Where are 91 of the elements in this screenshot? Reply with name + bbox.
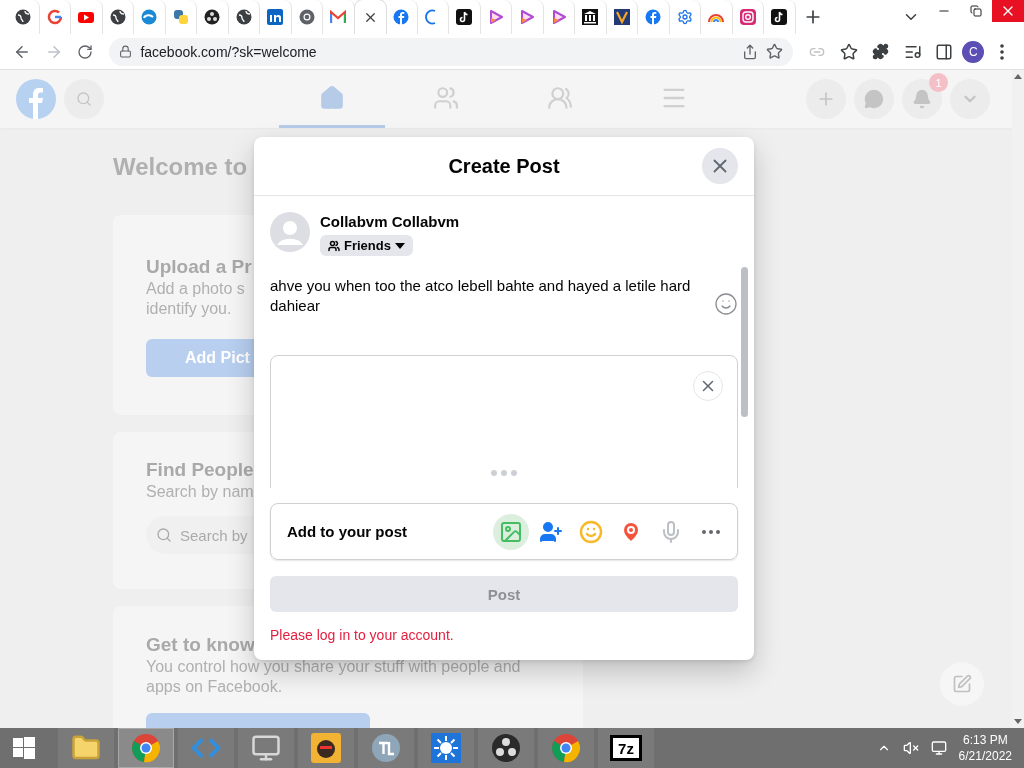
- python-logo-icon: [172, 9, 189, 25]
- post-text[interactable]: ahve you when too the atco lebell bahte and hayed a letile hard dahiear: [270, 276, 706, 316]
- note-logo-icon: [771, 9, 788, 25]
- groups-icon: [547, 84, 573, 111]
- game-icon: [311, 733, 341, 763]
- linkedin-logo-icon: [267, 9, 284, 25]
- side-panel-icon: [935, 42, 954, 61]
- taskbar-app-button[interactable]: 7z: [598, 728, 654, 768]
- obs-logo-icon: [204, 9, 221, 25]
- share-icon[interactable]: [742, 43, 759, 60]
- chrome-logo-icon: [551, 733, 581, 763]
- reload-icon: [77, 43, 94, 60]
- card-description: Add a photo s: [146, 279, 245, 299]
- globe-icon: [15, 9, 32, 25]
- user-name: Collabvm Collabvm: [320, 212, 460, 232]
- audience-button[interactable]: Friends: [320, 235, 413, 256]
- pen-square-icon: [952, 674, 972, 694]
- columns-logo-icon: [582, 9, 599, 25]
- chat-bubble-icon: [864, 89, 884, 109]
- swirl-logo-icon: [141, 9, 158, 25]
- profile-avatar[interactable]: C: [962, 40, 985, 63]
- taskbar-app-button[interactable]: [418, 728, 474, 768]
- muted-speaker-icon[interactable]: [902, 740, 919, 756]
- scroll-down-icon[interactable]: [1014, 719, 1022, 724]
- gear-icon: [676, 9, 693, 25]
- avatar: [270, 212, 310, 252]
- clock[interactable]: 6:13 PM 6/21/2022: [958, 732, 1012, 764]
- card-title: Upload a Pr: [146, 255, 252, 279]
- globe-icon: [109, 9, 126, 25]
- play-logo-icon: [78, 9, 95, 25]
- lock-icon: [119, 45, 133, 58]
- triangle-logo-icon: [550, 9, 567, 25]
- loading-dots-icon: [488, 469, 520, 477]
- note-logo-icon: [456, 9, 473, 25]
- clock-time: 6:13 PM: [962, 732, 1008, 748]
- post-option-button[interactable]: [493, 513, 529, 550]
- error-message: Please log in to your account.: [270, 626, 455, 644]
- archive-logo-icon: 7z: [610, 735, 642, 761]
- search-placeholder: Search by: [180, 526, 248, 544]
- search-icon: [156, 527, 172, 543]
- scrollbar-thumb[interactable]: [741, 267, 748, 417]
- star-icon: [840, 42, 859, 61]
- close-button[interactable]: [702, 148, 738, 184]
- card-description: You control how you share your stuff with people and: [146, 657, 521, 677]
- photo-icon: [499, 519, 523, 544]
- envelope-logo-icon: [330, 9, 347, 25]
- home-icon: [319, 84, 345, 111]
- network-icon[interactable]: [930, 740, 947, 756]
- google-logo-icon: [46, 9, 63, 25]
- dialog-title: Create Post: [447, 154, 561, 178]
- chrome-logo-icon: [298, 9, 315, 25]
- bell-icon: [912, 89, 932, 109]
- card-title: Find People: [146, 458, 254, 482]
- windows-logo-icon: [13, 737, 35, 759]
- triangle-logo-icon: [487, 9, 504, 25]
- emoji-icon[interactable]: [714, 292, 738, 316]
- smiley-icon: [579, 519, 603, 544]
- card-description: identify you.: [146, 299, 232, 319]
- puzzle-icon: [872, 43, 890, 60]
- people-icon: [328, 239, 340, 252]
- chrome-logo-icon: [131, 733, 161, 763]
- taskbar-app-button[interactable]: [478, 728, 534, 768]
- close-button[interactable]: [992, 0, 1024, 22]
- friends-icon: [433, 84, 459, 111]
- caret-icon: [394, 242, 405, 249]
- card-title: Get to know: [146, 633, 255, 657]
- welcome-heading: Welcome to: [113, 153, 248, 181]
- camera-logo-icon: [739, 9, 756, 25]
- scroll-up-icon[interactable]: [1014, 74, 1022, 79]
- round-logo-icon: [371, 733, 401, 763]
- bookmark-star-icon[interactable]: [766, 43, 784, 60]
- card-description: apps on Facebook.: [146, 677, 283, 697]
- restore-icon: [970, 5, 982, 17]
- menu-icon: [1000, 43, 1005, 60]
- card-description: Search by nam: [146, 482, 254, 502]
- tag-people-icon: [539, 519, 563, 544]
- facebook-logo-icon: [393, 9, 410, 25]
- obs-logo-icon: [491, 733, 521, 763]
- clock-date: 6/21/2022: [958, 748, 1012, 764]
- search-icon: [76, 91, 92, 107]
- facebook-logo-icon: [645, 9, 662, 25]
- monitor-icon: [251, 733, 281, 763]
- triangle-logo-icon: [519, 9, 536, 25]
- globe-icon: [235, 9, 252, 25]
- sun-icon: [431, 733, 461, 763]
- address-bar[interactable]: facebook.com/?sk=welcome: [109, 37, 794, 66]
- notification-badge: 1: [929, 73, 948, 92]
- more-icon: [702, 529, 720, 534]
- taskbar-app-button[interactable]: [298, 728, 354, 768]
- v-logo-icon: [613, 9, 630, 25]
- remove-attachment-button[interactable]: [693, 371, 723, 401]
